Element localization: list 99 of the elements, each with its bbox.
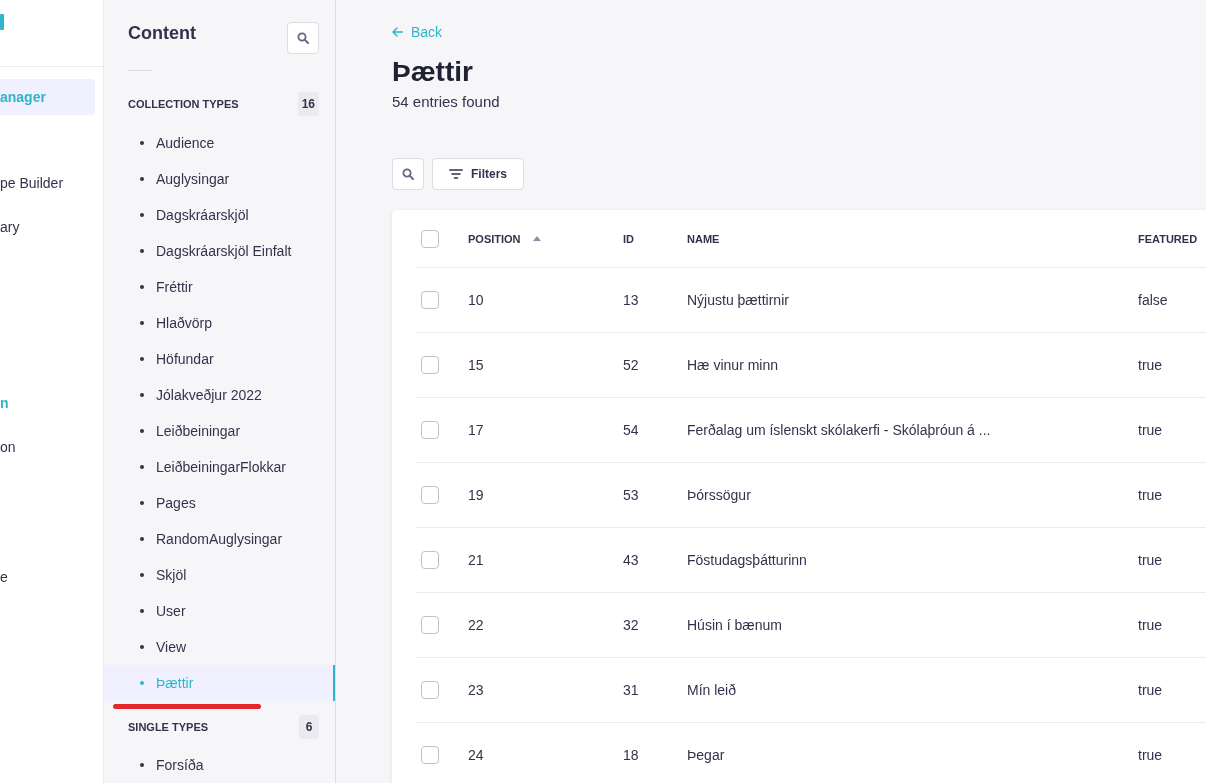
search-button[interactable] xyxy=(392,158,424,190)
sidebar-item[interactable]: Jólakveðjur 2022 xyxy=(104,377,335,413)
position-value: 21 xyxy=(468,552,484,568)
bullet-icon xyxy=(140,465,144,469)
id-value: 43 xyxy=(623,552,639,568)
featured-value: true xyxy=(1138,357,1163,373)
sidebar-item[interactable]: Fréttir xyxy=(104,269,335,305)
featured-value: true xyxy=(1138,422,1163,438)
id-value: 13 xyxy=(623,292,639,308)
row-checkbox[interactable] xyxy=(421,356,439,374)
sidebar-item[interactable]: Dagskráarskjöl xyxy=(104,197,335,233)
nav-link[interactable]: on xyxy=(0,429,95,465)
bullet-icon xyxy=(140,393,144,397)
sidebar-item[interactable]: Auglysingar xyxy=(104,161,335,197)
row-checkbox[interactable] xyxy=(421,681,439,699)
bullet-icon xyxy=(140,429,144,433)
sort-caret-up-icon[interactable] xyxy=(532,236,541,241)
entry-name: Þórssögur xyxy=(687,487,751,503)
bullet-icon xyxy=(140,501,144,505)
sidebar-item[interactable]: RandomAuglysingar xyxy=(104,521,335,557)
row-checkbox[interactable] xyxy=(421,551,439,569)
position-value: 15 xyxy=(468,357,484,373)
column-header[interactable]: NAME xyxy=(687,232,720,245)
sidebar-item[interactable]: Hlaðvörp xyxy=(104,305,335,341)
count-badge: 6 xyxy=(299,715,319,739)
row-checkbox[interactable] xyxy=(421,421,439,439)
sidebar-item[interactable]: User xyxy=(104,593,335,629)
sidebar-item[interactable]: Forsíða xyxy=(104,747,335,783)
bullet-icon xyxy=(140,681,144,685)
id-value: 31 xyxy=(623,682,639,698)
position-value: 22 xyxy=(468,617,484,633)
featured-value: false xyxy=(1138,292,1168,308)
bullet-icon xyxy=(140,537,144,541)
sidebar-item[interactable]: Höfundar xyxy=(104,341,335,377)
bullet-icon xyxy=(140,285,144,289)
arrow-left-icon xyxy=(392,27,403,37)
sidebar-item[interactable]: LeiðbeiningarFlokkar xyxy=(104,449,335,485)
bullet-icon xyxy=(140,321,144,325)
row-checkbox[interactable] xyxy=(421,486,439,504)
filter-icon xyxy=(449,169,463,179)
column-header[interactable]: FEATURED xyxy=(1138,232,1198,245)
section-heading: COLLECTION TYPES xyxy=(128,98,239,110)
id-value: 54 xyxy=(623,422,639,438)
id-value: 53 xyxy=(623,487,639,503)
bullet-icon xyxy=(140,213,144,217)
id-value: 18 xyxy=(623,747,639,763)
entry-name: Þegar xyxy=(687,747,725,763)
nav-link[interactable]: e xyxy=(0,559,95,595)
bullet-icon xyxy=(140,609,144,613)
id-value: 52 xyxy=(623,357,639,373)
bullet-icon xyxy=(140,645,144,649)
position-value: 23 xyxy=(468,682,484,698)
bullet-icon xyxy=(140,357,144,361)
entry-name: Nýjustu þættirnir xyxy=(687,292,789,308)
position-value: 24 xyxy=(468,747,484,763)
featured-value: true xyxy=(1138,487,1163,503)
select-all-checkbox[interactable] xyxy=(421,229,439,248)
entry-name: Mín leið xyxy=(687,682,737,698)
position-value: 17 xyxy=(468,422,484,438)
search-icon xyxy=(297,32,309,44)
featured-value: true xyxy=(1138,552,1163,568)
entry-name: Föstudagsþátturinn xyxy=(687,552,807,568)
column-header[interactable]: ID xyxy=(623,232,634,245)
entry-name: Húsin í bænum xyxy=(687,617,782,633)
row-checkbox[interactable] xyxy=(421,291,439,309)
row-checkbox[interactable] xyxy=(421,616,439,634)
logo-icon[interactable] xyxy=(0,14,4,30)
nav-label: n xyxy=(0,394,10,413)
bullet-icon xyxy=(140,573,144,577)
position-value: 10 xyxy=(468,292,484,308)
bullet-icon xyxy=(140,141,144,145)
sidebar-item[interactable]: Dagskráarskjöl Einfalt xyxy=(104,233,335,269)
featured-value: true xyxy=(1138,747,1163,763)
search-icon xyxy=(402,168,414,180)
sidebar-item[interactable]: Pages xyxy=(104,485,335,521)
featured-value: true xyxy=(1138,617,1163,633)
nav-link[interactable]: pe Builder xyxy=(0,165,95,201)
sidebar-item[interactable]: Skjöl xyxy=(104,557,335,593)
featured-value: true xyxy=(1138,682,1163,698)
sidebar-item[interactable]: View xyxy=(104,629,335,665)
page-title: Þættir xyxy=(392,55,474,89)
sidebar-item[interactable]: Leiðbeiningar xyxy=(104,413,335,449)
row-checkbox[interactable] xyxy=(421,746,439,764)
bullet-icon xyxy=(140,763,144,767)
entry-name: Ferðalag um íslenskt skólakerfi - Skólaþróun á ... xyxy=(687,422,991,438)
nav-link[interactable]: ary xyxy=(0,209,95,245)
entry-name: Hæ vinur minn xyxy=(687,357,779,373)
search-button[interactable] xyxy=(287,22,319,54)
filters-button[interactable]: Filters xyxy=(432,158,524,190)
sidebar-item[interactable]: Audience xyxy=(104,125,335,161)
bullet-icon xyxy=(140,249,144,253)
count-badge: 16 xyxy=(297,92,319,116)
section-heading: SINGLE TYPES xyxy=(128,721,209,733)
bullet-icon xyxy=(140,177,144,181)
column-header[interactable]: POSITION xyxy=(468,232,521,245)
entries-count: 54 entries found xyxy=(392,92,501,112)
position-value: 19 xyxy=(468,487,484,503)
id-value: 32 xyxy=(623,617,639,633)
sidebar-title: Content xyxy=(128,22,196,44)
